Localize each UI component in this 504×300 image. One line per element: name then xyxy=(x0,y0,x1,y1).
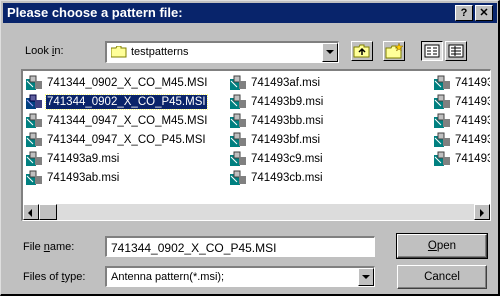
look-in-value: testpatterns xyxy=(131,46,189,58)
scroll-right-button[interactable] xyxy=(474,204,490,220)
list-view-button[interactable] xyxy=(421,41,443,61)
file-column-2: 741493af.msi 741493b9.msi 741493bb.msi 7… xyxy=(229,74,419,188)
msi-file-icon xyxy=(229,151,247,167)
msi-file-icon xyxy=(25,151,43,167)
file-item[interactable]: 741493af.msi xyxy=(229,74,419,93)
msi-file-icon xyxy=(433,94,451,110)
file-item[interactable]: 741493b9.msi xyxy=(229,93,419,112)
msi-file-icon xyxy=(433,113,451,129)
file-type-dropdown[interactable]: Antenna pattern(*.msi); xyxy=(105,266,375,287)
up-one-level-button[interactable] xyxy=(351,41,373,61)
scroll-thumb[interactable] xyxy=(39,204,57,220)
file-item[interactable]: 741344_0902_X_CO_M45.MSI xyxy=(25,74,235,93)
help-button[interactable]: ? xyxy=(455,5,473,21)
file-type-label: Files of type: xyxy=(23,271,86,283)
msi-file-icon xyxy=(229,94,247,110)
file-type-dropdown-arrow[interactable] xyxy=(358,268,374,286)
msi-file-icon xyxy=(229,170,247,186)
chevron-down-icon xyxy=(326,50,334,54)
dialog-title: Please choose a pattern file: xyxy=(7,5,183,20)
msi-file-icon xyxy=(25,75,43,91)
file-column-3: 741493 741493 741493 741493 741493 xyxy=(433,74,490,169)
file-item[interactable]: 741493 xyxy=(433,131,490,150)
file-item[interactable]: 741493 xyxy=(433,112,490,131)
look-in-label: Look in: xyxy=(25,45,64,57)
arrow-right-icon xyxy=(480,209,484,217)
file-name-input[interactable]: 741344_0902_X_CO_P45.MSI xyxy=(105,236,375,257)
file-item[interactable]: 741344_0947_X_CO_M45.MSI xyxy=(25,112,235,131)
scroll-left-button[interactable] xyxy=(23,204,39,220)
file-item[interactable]: 741493ab.msi xyxy=(25,169,235,188)
msi-file-icon xyxy=(25,132,43,148)
file-item[interactable]: 741493 xyxy=(433,93,490,112)
msi-file-icon xyxy=(433,151,451,167)
file-item[interactable]: 741493cb.msi xyxy=(229,169,419,188)
file-item[interactable]: 741493 xyxy=(433,150,490,169)
arrow-left-icon xyxy=(28,209,32,217)
title-bar: Please choose a pattern file: ? ✕ xyxy=(3,3,497,23)
file-item[interactable]: 741493bf.msi xyxy=(229,131,419,150)
file-item[interactable]: 741493c9.msi xyxy=(229,150,419,169)
look-in-dropdown-arrow[interactable] xyxy=(322,43,338,62)
msi-file-icon xyxy=(229,113,247,129)
file-open-dialog: Please choose a pattern file: ? ✕ Look i… xyxy=(0,0,500,296)
up-one-level-icon xyxy=(352,44,372,63)
new-folder-icon xyxy=(384,42,404,63)
file-type-value: Antenna pattern(*.msi); xyxy=(111,271,225,283)
chevron-down-icon xyxy=(362,275,370,279)
msi-file-icon xyxy=(25,170,43,186)
msi-file-icon xyxy=(229,75,247,91)
msi-file-icon xyxy=(25,113,43,129)
file-item[interactable]: 741493bb.msi xyxy=(229,112,419,131)
cancel-button[interactable]: Cancel xyxy=(397,265,487,289)
open-button[interactable]: Open xyxy=(396,233,488,259)
msi-file-icon xyxy=(433,132,451,148)
file-item[interactable]: 741344_0947_X_CO_P45.MSI xyxy=(25,131,235,150)
msi-file-icon xyxy=(433,75,451,91)
details-view-button[interactable] xyxy=(445,41,467,61)
file-item[interactable]: 741493 xyxy=(433,74,490,93)
file-item-selected[interactable]: 741344_0902_X_CO_P45.MSI xyxy=(25,93,235,112)
list-view-icon xyxy=(422,44,442,63)
msi-file-icon xyxy=(229,132,247,148)
file-name-value: 741344_0902_X_CO_P45.MSI xyxy=(111,241,277,255)
file-name-label: File name: xyxy=(23,241,75,253)
close-button[interactable]: ✕ xyxy=(475,5,493,21)
msi-file-icon xyxy=(25,94,43,110)
details-view-icon xyxy=(446,44,466,63)
create-new-folder-button[interactable] xyxy=(383,41,405,61)
file-list[interactable]: 741344_0902_X_CO_M45.MSI 741344_0902_X_C… xyxy=(21,69,491,221)
file-item[interactable]: 741493a9.msi xyxy=(25,150,235,169)
file-column-1: 741344_0902_X_CO_M45.MSI 741344_0902_X_C… xyxy=(25,74,235,188)
look-in-dropdown[interactable]: testpatterns xyxy=(105,41,339,63)
horizontal-scrollbar[interactable] xyxy=(23,204,490,220)
folder-icon xyxy=(110,45,127,58)
